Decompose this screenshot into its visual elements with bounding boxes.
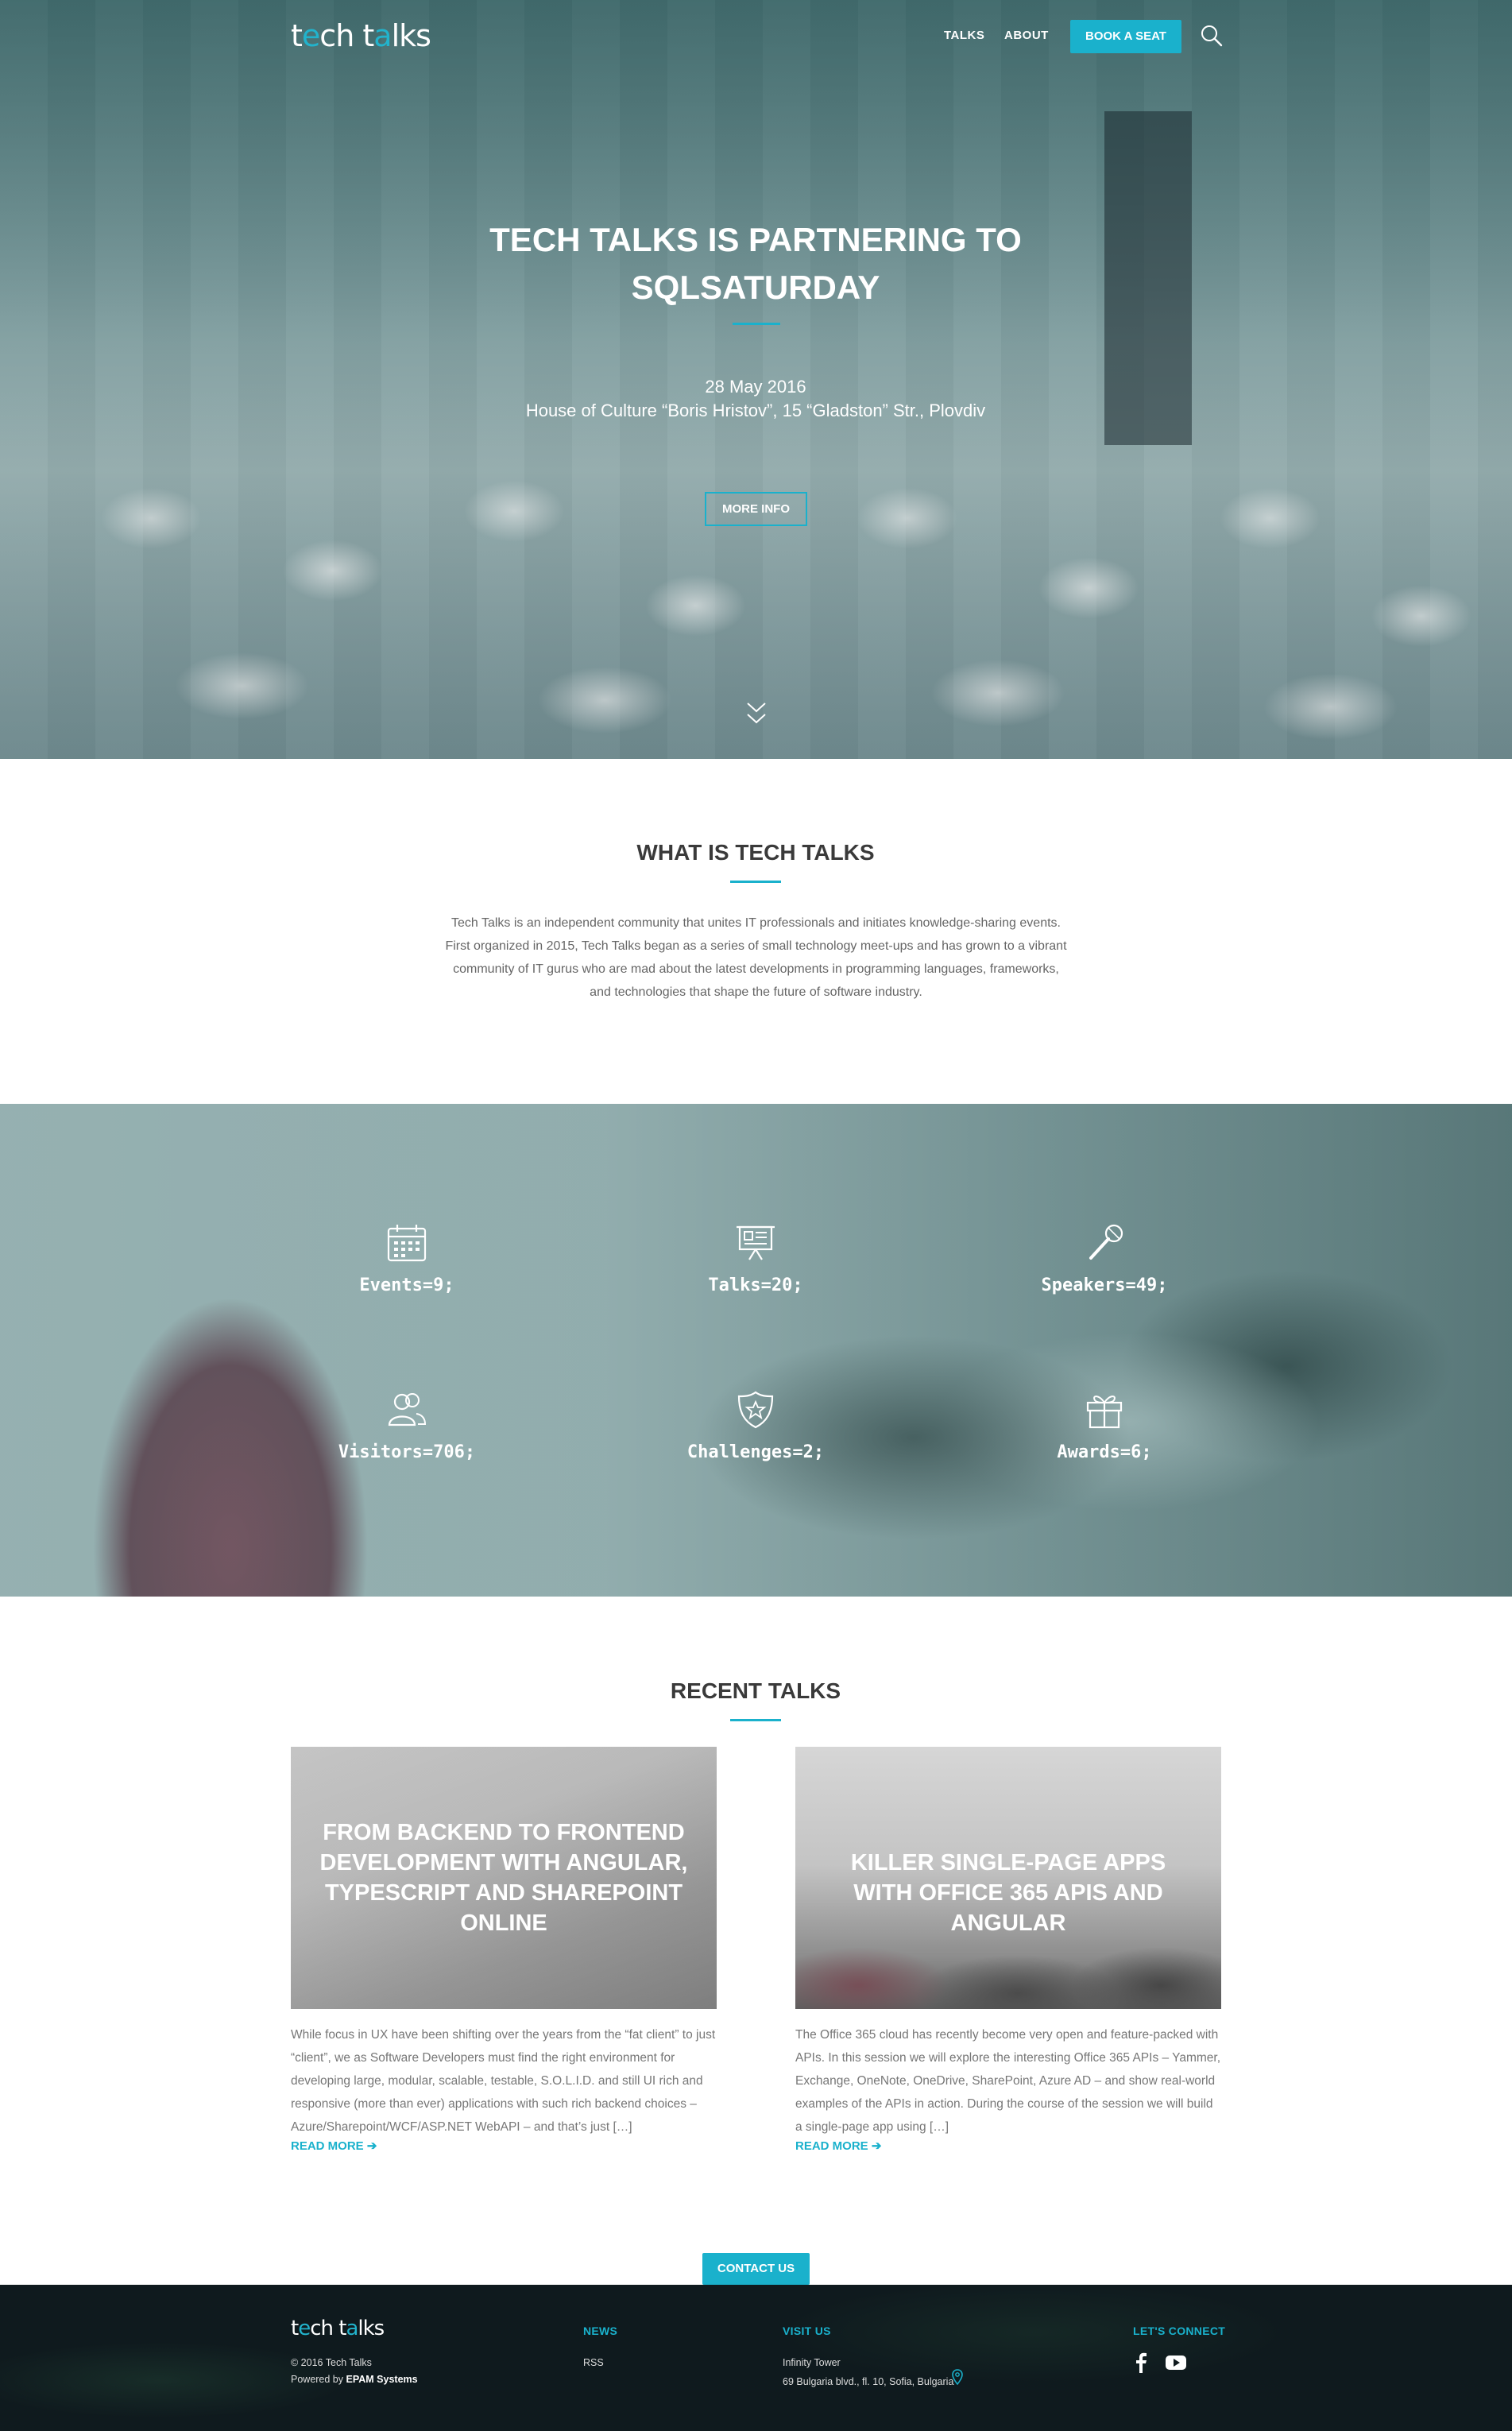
logo-accent-e: e xyxy=(301,18,320,53)
recent-talks-title: RECENT TALKS xyxy=(670,1678,841,1703)
top-navigation: tech talks TALKS ABOUT BOOK A SEAT xyxy=(291,16,1224,56)
talk-card-image[interactable]: KILLER SINGLE-PAGE APPS WITH OFFICE 365 … xyxy=(795,1747,1221,2009)
talk-card-image[interactable]: FROM BACKEND TO FRONTEND DEVELOPMENT WIT… xyxy=(291,1747,717,2009)
stat-talks-label: Talks=20; xyxy=(708,1276,803,1295)
hero-event-date: 28 May 2016 xyxy=(705,377,806,397)
footer-powered-by: Powered by EPAM Systems xyxy=(291,2374,418,2385)
stat-talks: Talks=20; xyxy=(652,1223,859,1295)
facebook-icon[interactable] xyxy=(1135,2352,1147,2377)
footer-rss-link[interactable]: RSS xyxy=(583,2357,604,2368)
logo-letters-end: lks xyxy=(391,18,431,53)
stat-awards: Awards=6; xyxy=(1001,1390,1208,1462)
about-title-underline xyxy=(730,881,781,883)
map-pin-icon[interactable] xyxy=(952,2369,963,2389)
logo-accent-e: e xyxy=(298,2317,311,2340)
arrow-right-icon: ➔ xyxy=(871,2139,882,2153)
stat-events-label: Events=9; xyxy=(359,1276,454,1295)
hero-event-venue: House of Culture “Boris Hristov”, 15 “Gl… xyxy=(525,401,986,420)
stat-speakers-label: Speakers=49; xyxy=(1041,1276,1168,1295)
book-a-seat-button[interactable]: BOOK A SEAT xyxy=(1070,20,1181,53)
read-more-link[interactable]: READ MORE ➔ xyxy=(291,2139,377,2153)
footer-visit-name: Infinity Tower xyxy=(783,2357,841,2368)
read-more-link[interactable]: READ MORE ➔ xyxy=(795,2139,881,2153)
footer-powered-prefix: Powered by xyxy=(291,2374,344,2385)
stat-visitors-label: Visitors=706; xyxy=(338,1442,476,1462)
site-logo[interactable]: tech talks xyxy=(291,16,431,56)
stat-awards-label: Awards=6; xyxy=(1057,1442,1152,1462)
hero-background-pillar xyxy=(1104,111,1192,445)
footer-powered-company[interactable]: EPAM Systems xyxy=(346,2374,418,2385)
hero-banner: tech talks TALKS ABOUT BOOK A SEAT TECH … xyxy=(0,0,1512,759)
microphone-icon xyxy=(1001,1223,1208,1263)
footer-copyright: © 2016 Tech Talks xyxy=(291,2357,372,2368)
about-section-title: WHAT IS TECH TALKS xyxy=(636,840,875,865)
nav-link-about[interactable]: ABOUT xyxy=(1004,29,1049,42)
calendar-icon xyxy=(304,1223,510,1263)
scroll-down-chevron-icon[interactable] xyxy=(745,699,768,728)
logo-accent-a: a xyxy=(373,18,392,53)
read-more-label: READ MORE xyxy=(795,2139,868,2153)
talk-card-title[interactable]: KILLER SINGLE-PAGE APPS WITH OFFICE 365 … xyxy=(819,1848,1197,1938)
footer-connect-heading: LET'S CONNECT xyxy=(1133,2325,1226,2337)
footer-news-heading: NEWS xyxy=(583,2325,618,2337)
stat-challenges-label: Challenges=2; xyxy=(686,1442,825,1462)
gift-icon xyxy=(1001,1390,1208,1430)
logo-letter-t: t xyxy=(291,2317,299,2340)
presentation-icon xyxy=(652,1223,859,1263)
footer-logo[interactable]: tech talks xyxy=(291,2317,385,2340)
talk-card: KILLER SINGLE-PAGE APPS WITH OFFICE 365 … xyxy=(795,1747,1221,2154)
talk-card: FROM BACKEND TO FRONTEND DEVELOPMENT WIT… xyxy=(291,1747,717,2154)
contact-us-button[interactable]: CONTACT US xyxy=(702,2253,810,2285)
nav-link-talks[interactable]: TALKS xyxy=(944,29,984,42)
logo-letter-t: t xyxy=(291,18,303,53)
youtube-icon[interactable] xyxy=(1166,2355,1186,2375)
people-icon xyxy=(304,1390,510,1430)
arrow-right-icon: ➔ xyxy=(366,2139,377,2153)
talk-card-excerpt: The Office 365 cloud has recently become… xyxy=(795,2028,1221,2134)
hero-title-underline xyxy=(733,323,780,325)
stat-speakers: Speakers=49; xyxy=(1001,1223,1208,1295)
talk-card-excerpt: While focus in UX have been shifting ove… xyxy=(291,2028,716,2134)
stat-visitors: Visitors=706; xyxy=(304,1390,510,1462)
stat-challenges: Challenges=2; xyxy=(652,1390,859,1462)
search-icon[interactable] xyxy=(1200,24,1224,48)
stats-section: Events=9; Talks=20; Speakers=49; Visitor… xyxy=(0,1104,1512,1597)
shield-star-icon xyxy=(652,1390,859,1430)
recent-talks-underline xyxy=(730,1719,781,1721)
logo-accent-a: a xyxy=(346,2317,358,2340)
logo-letters-middle: ch t xyxy=(319,18,374,53)
stat-events: Events=9; xyxy=(304,1223,510,1295)
footer-visit-heading: VISIT US xyxy=(783,2325,831,2337)
about-description: Tech Talks is an independent community t… xyxy=(445,916,1067,999)
footer-visit-address: 69 Bulgaria blvd., fl. 10, Sofia, Bulgar… xyxy=(783,2376,954,2387)
hero-title: TECH TALKS IS PARTNERING TO SQLSATURDAY xyxy=(489,221,1022,306)
site-footer: tech talks © 2016 Tech Talks Powered by … xyxy=(0,2285,1512,2431)
logo-letters-end: lks xyxy=(358,2317,385,2340)
read-more-label: READ MORE xyxy=(291,2139,364,2153)
more-info-button[interactable]: MORE INFO xyxy=(705,492,807,526)
talk-card-title[interactable]: FROM BACKEND TO FRONTEND DEVELOPMENT WIT… xyxy=(315,1817,693,1938)
logo-letters-middle: ch t xyxy=(310,2317,346,2340)
